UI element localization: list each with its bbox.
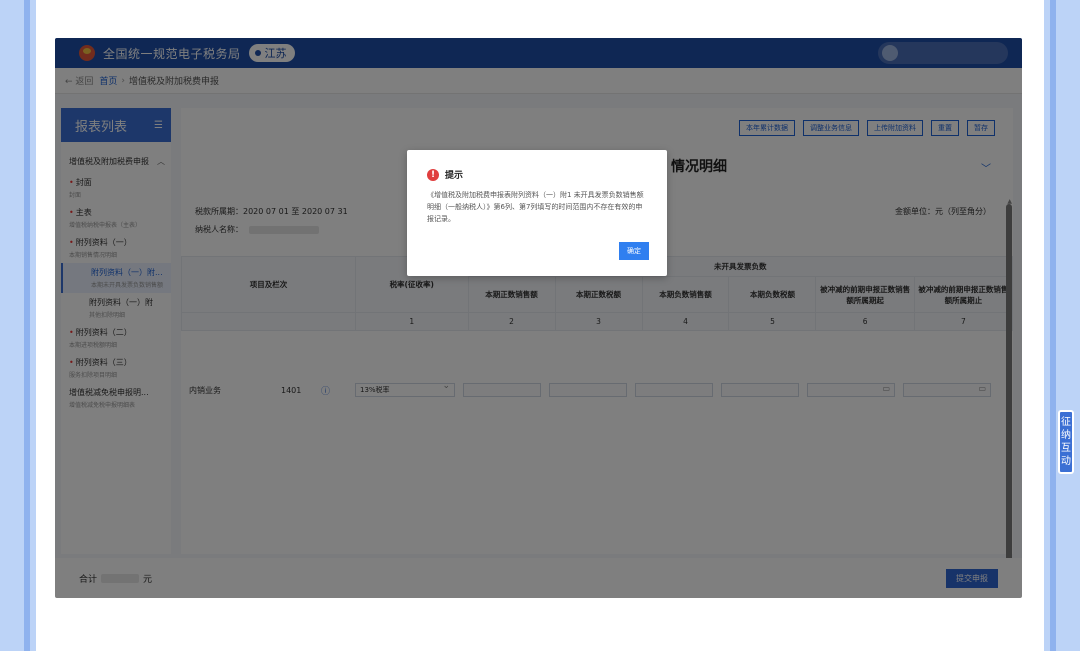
dialog-header: ! 提示 (407, 150, 667, 181)
alert-dialog: ! 提示 《增值税及附加税费申报表附列资料（一）附1 未开具发票负数销售额明细（… (407, 150, 667, 276)
confirm-button[interactable]: 确定 (619, 242, 649, 260)
frame-right-border (1050, 0, 1080, 651)
app-window: 全国统一规范电子税务局 江苏 ← 返回 首页 › 增值税及附加税费申报 报表列表… (55, 38, 1022, 598)
modal-overlay (55, 38, 1022, 598)
frame-left-border (0, 0, 30, 651)
interaction-tab[interactable]: 征纳互动 (1058, 410, 1074, 474)
warning-icon: ! (427, 168, 439, 181)
dialog-message: 《增值税及附加税费申报表附列资料（一）附1 未开具发票负数销售额明细（一般纳税人… (427, 191, 644, 223)
dialog-title: 提示 (445, 171, 464, 181)
